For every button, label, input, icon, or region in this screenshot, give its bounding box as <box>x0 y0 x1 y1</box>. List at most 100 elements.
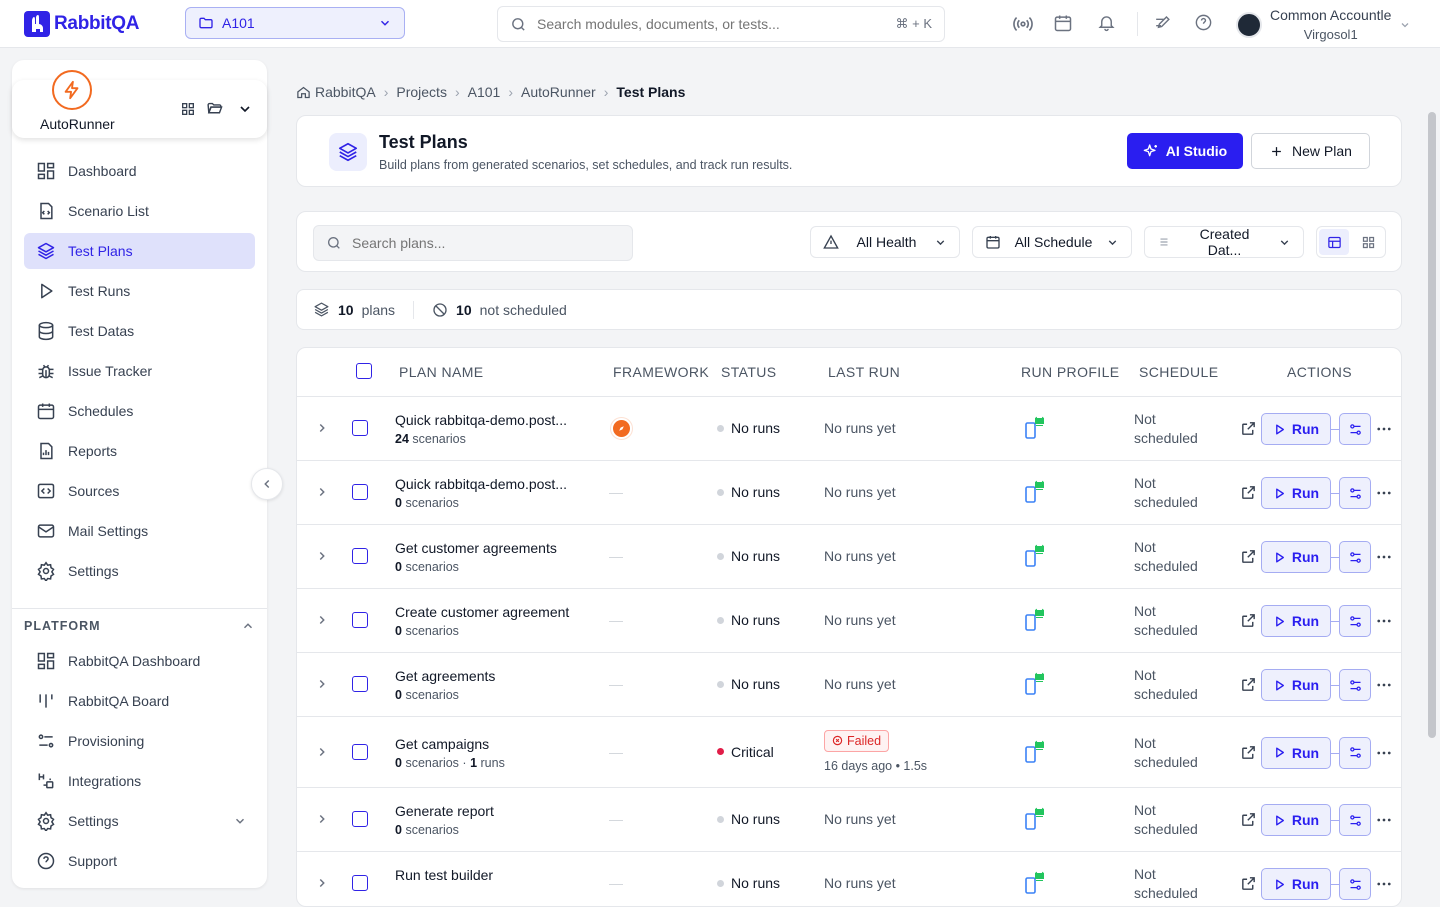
sidebar-item-test-runs[interactable]: Test Runs <box>24 273 255 309</box>
sidebar-item-support[interactable]: Support <box>24 843 255 879</box>
more-icon[interactable] <box>1375 676 1393 694</box>
sidebar-item-platform-settings[interactable]: Settings <box>24 803 255 839</box>
run-config-button[interactable] <box>1339 605 1371 637</box>
row-checkbox[interactable] <box>352 676 368 692</box>
table-row[interactable]: Get agreements 0 scenarios — No runs No … <box>297 653 1401 717</box>
tools-icon[interactable] <box>1153 13 1172 32</box>
run-button[interactable]: Run <box>1261 605 1331 637</box>
sidebar-item-test-datas[interactable]: Test Datas <box>24 313 255 349</box>
plan-search[interactable] <box>313 225 633 261</box>
external-link-icon[interactable] <box>1240 811 1257 828</box>
folder-open-icon[interactable] <box>206 100 223 117</box>
calendar-icon[interactable] <box>1053 13 1073 33</box>
sidebar-item-rabbitqa-board[interactable]: RabbitQA Board <box>24 683 255 719</box>
brand-logo[interactable]: RabbitQA <box>24 11 140 37</box>
run-config-button[interactable] <box>1339 736 1371 769</box>
more-icon[interactable] <box>1375 612 1393 630</box>
chevron-right-icon[interactable] <box>315 677 329 691</box>
project-selector[interactable]: A101 <box>185 7 405 39</box>
sidebar-item-reports[interactable]: Reports <box>24 433 255 469</box>
row-checkbox[interactable] <box>352 420 368 436</box>
more-icon[interactable] <box>1375 811 1393 829</box>
table-row[interactable]: Get campaigns 0 scenarios · 1 runs — Cri… <box>297 717 1401 788</box>
breadcrumb-item[interactable]: RabbitQA <box>315 84 376 100</box>
row-checkbox[interactable] <box>352 743 368 760</box>
breadcrumb-item[interactable]: AutoRunner <box>521 84 596 100</box>
run-button[interactable]: Run <box>1261 477 1331 509</box>
plan-name[interactable]: Get customer agreements <box>395 540 557 556</box>
sidebar-item-test-plans[interactable]: Test Plans <box>24 233 255 269</box>
breadcrumb-item[interactable]: Projects <box>396 84 447 100</box>
plan-name[interactable]: Quick rabbitqa-demo.post... <box>395 412 567 428</box>
chevron-right-icon[interactable] <box>315 876 329 890</box>
broadcast-icon[interactable] <box>1012 13 1034 35</box>
run-button[interactable]: Run <box>1261 736 1331 769</box>
breadcrumb-item[interactable]: A101 <box>468 84 501 100</box>
more-icon[interactable] <box>1375 420 1393 438</box>
chevron-right-icon[interactable] <box>315 485 329 499</box>
run-button[interactable]: Run <box>1261 413 1331 445</box>
run-config-button[interactable] <box>1339 669 1371 701</box>
table-view-button[interactable] <box>1319 229 1349 255</box>
help-icon[interactable] <box>1194 13 1213 32</box>
external-link-icon[interactable] <box>1240 612 1257 629</box>
external-link-icon[interactable] <box>1240 420 1257 437</box>
row-checkbox[interactable] <box>352 484 368 500</box>
module-switcher[interactable]: AutoRunner <box>12 70 267 138</box>
platform-section-toggle[interactable]: PLATFORM <box>24 619 255 633</box>
run-config-button[interactable] <box>1339 413 1371 445</box>
chevron-right-icon[interactable] <box>315 421 329 435</box>
schedule-filter[interactable]: All Schedule <box>972 226 1132 258</box>
table-row[interactable]: Run test builder — No runs No runs yet N… <box>297 852 1401 906</box>
more-icon[interactable] <box>1375 484 1393 502</box>
table-row[interactable]: Get customer agreements 0 scenarios — No… <box>297 525 1401 589</box>
run-button[interactable]: Run <box>1261 804 1331 836</box>
column-header[interactable]: PLAN NAME <box>399 364 484 380</box>
sidebar-item-mail-settings[interactable]: Mail Settings <box>24 513 255 549</box>
sidebar-item-integrations[interactable]: Integrations <box>24 763 255 799</box>
chevron-right-icon[interactable] <box>315 549 329 563</box>
grid-icon[interactable] <box>180 101 196 117</box>
plan-name[interactable]: Get agreements <box>395 668 495 684</box>
run-button[interactable]: Run <box>1261 541 1331 573</box>
row-checkbox[interactable] <box>352 612 368 628</box>
table-row[interactable]: Generate report 0 scenarios — No runs No… <box>297 788 1401 852</box>
global-search[interactable]: ⌘ + K <box>497 6 945 42</box>
run-config-button[interactable] <box>1339 541 1371 573</box>
more-icon[interactable] <box>1375 548 1393 566</box>
external-link-icon[interactable] <box>1240 548 1257 565</box>
run-button[interactable]: Run <box>1261 868 1331 900</box>
more-icon[interactable] <box>1375 744 1393 762</box>
select-all-checkbox[interactable] <box>356 363 372 379</box>
row-checkbox[interactable] <box>352 875 368 891</box>
external-link-icon[interactable] <box>1240 484 1257 501</box>
ai-studio-button[interactable]: AI Studio <box>1127 133 1243 169</box>
chevron-right-icon[interactable] <box>315 745 329 759</box>
sidebar-item-provisioning[interactable]: Provisioning <box>24 723 255 759</box>
plan-name[interactable]: Run test builder <box>395 867 493 883</box>
more-icon[interactable] <box>1375 875 1393 893</box>
run-button[interactable]: Run <box>1261 669 1331 701</box>
external-link-icon[interactable] <box>1240 744 1257 761</box>
health-filter[interactable]: All Health <box>810 226 960 258</box>
plan-name[interactable]: Quick rabbitqa-demo.post... <box>395 476 567 492</box>
sidebar-item-dashboard[interactable]: Dashboard <box>24 153 255 189</box>
chevron-right-icon[interactable] <box>315 613 329 627</box>
row-checkbox[interactable] <box>352 811 368 827</box>
sidebar-item-settings[interactable]: Settings <box>24 553 255 589</box>
chevron-right-icon[interactable] <box>315 812 329 826</box>
row-checkbox[interactable] <box>352 548 368 564</box>
bell-icon[interactable] <box>1097 13 1116 32</box>
table-row[interactable]: Create customer agreement 0 scenarios — … <box>297 589 1401 653</box>
sidebar-item-issue-tracker[interactable]: Issue Tracker <box>24 353 255 389</box>
grid-view-button[interactable] <box>1353 229 1383 255</box>
new-plan-button[interactable]: New Plan <box>1251 133 1370 169</box>
external-link-icon[interactable] <box>1240 676 1257 693</box>
table-row[interactable]: Quick rabbitqa-demo.post... 0 scenarios … <box>297 461 1401 525</box>
sidebar-item-schedules[interactable]: Schedules <box>24 393 255 429</box>
sort-filter[interactable]: Created Dat... <box>1144 226 1304 258</box>
user-menu[interactable]: Common Accountle Virgosol1 <box>1236 6 1411 44</box>
run-config-button[interactable] <box>1339 868 1371 900</box>
page-scrollbar[interactable] <box>1428 112 1436 738</box>
plan-name[interactable]: Create customer agreement <box>395 604 569 620</box>
